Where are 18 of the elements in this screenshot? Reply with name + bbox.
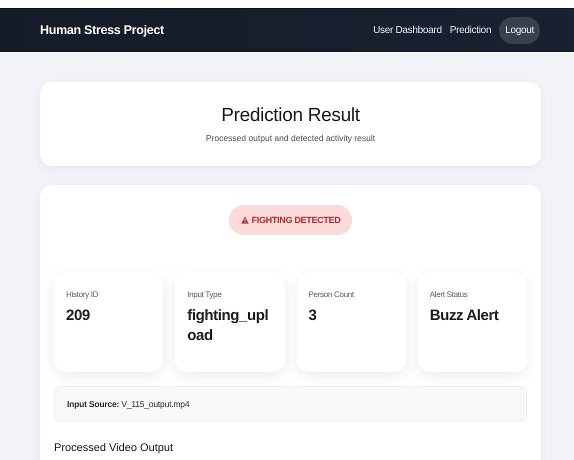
warning-icon	[240, 216, 249, 224]
stat-value: Buzz Alert	[430, 306, 500, 326]
app-title: Human Stress Project	[40, 23, 164, 37]
input-source-text: Input Source: V_115_output.mp4	[67, 399, 190, 409]
stat-label: History ID	[66, 290, 100, 299]
logout-button[interactable]: Logout	[499, 16, 540, 44]
nav-link[interactable]: User Dashboard	[373, 24, 442, 36]
stat-label: Alert Status	[430, 290, 469, 299]
nav-link[interactable]: Prediction	[450, 24, 492, 36]
alert-text: FIGHTING DETECTED	[252, 215, 340, 225]
stat-label: Input Type	[187, 290, 222, 299]
section-title: Processed Video Output	[54, 442, 174, 454]
stat-label: Person Count	[308, 290, 355, 299]
page-title: Prediction Result	[221, 105, 360, 127]
page-subtitle: Processed output and detected activity result	[206, 133, 376, 143]
stat-value: 3	[308, 306, 318, 326]
stat-value: 209	[66, 306, 91, 326]
stat-value: fighting_upload	[187, 306, 270, 345]
